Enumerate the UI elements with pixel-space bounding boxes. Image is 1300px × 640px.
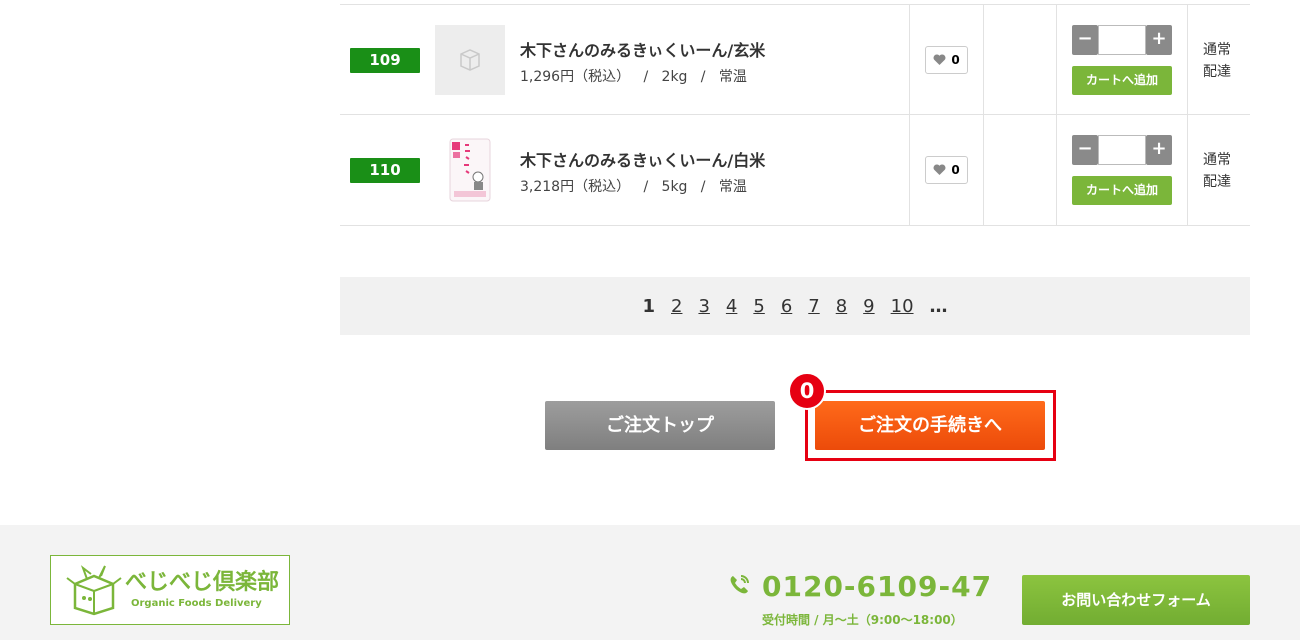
product-thumbnail[interactable] <box>435 135 505 205</box>
logo-text-jp: べじべじ倶楽部 <box>125 570 280 595</box>
favorite-count: 0 <box>951 163 960 177</box>
rice-bag-photo <box>449 138 491 202</box>
add-to-cart-button[interactable]: カートへ追加 <box>1072 66 1172 95</box>
product-number-badge: 109 <box>350 48 420 73</box>
favorite-count: 0 <box>951 53 960 67</box>
order-top-button[interactable]: ご注文トップ <box>545 401 775 450</box>
cart-count-badge: 0 <box>788 372 826 410</box>
product-list: 109 木下さんのみるきぃくいーん/玄米 1,296円（税込） / 2kg / … <box>340 0 1250 226</box>
product-storage: 常温 <box>718 179 747 195</box>
column-divider <box>1056 5 1057 114</box>
column-divider <box>1187 5 1188 114</box>
qty-minus-button[interactable]: − <box>1072 25 1098 55</box>
product-thumbnail[interactable] <box>435 25 505 95</box>
column-divider <box>983 5 984 114</box>
delivery-line: 通常 <box>1203 152 1231 168</box>
product-size: 2kg <box>661 69 688 85</box>
page-ellipsis[interactable]: … <box>930 296 948 317</box>
product-meta: 3,218円（税込） / 5kg / 常温 <box>520 176 747 196</box>
quantity-stepper: − + <box>1072 25 1172 55</box>
brand-logo[interactable]: べじべじ倶楽部 Organic Foods Delivery <box>50 555 290 625</box>
page-link[interactable]: 6 <box>781 296 792 317</box>
column-divider <box>983 115 984 225</box>
page-link-current[interactable]: 1 <box>642 296 655 317</box>
page-link[interactable]: 3 <box>698 296 709 317</box>
meta-separator: / <box>643 179 649 195</box>
logo-text-en: Organic Foods Delivery <box>131 598 262 609</box>
pagination: 1 2 3 4 5 6 7 8 9 10 … <box>340 277 1250 335</box>
heart-icon <box>933 54 946 65</box>
column-divider <box>1187 115 1188 225</box>
meta-separator: / <box>643 69 649 85</box>
favorite-button[interactable]: 0 <box>925 156 968 184</box>
qty-plus-button[interactable]: + <box>1146 25 1172 55</box>
page-link[interactable]: 10 <box>891 296 914 317</box>
delivery-line: 配達 <box>1203 174 1231 190</box>
heart-icon <box>933 164 946 175</box>
page-link[interactable]: 2 <box>671 296 682 317</box>
placeholder-box-icon <box>460 49 480 71</box>
product-size: 5kg <box>661 179 688 195</box>
quantity-input[interactable] <box>1098 135 1146 165</box>
delivery-line: 通常 <box>1203 42 1231 58</box>
contact-form-button[interactable]: お問い合わせフォーム <box>1022 575 1250 625</box>
product-row: 110 木下さんのみるきぃくいーん/白米 3,218円（税込） / 5kg / … <box>340 115 1250 226</box>
page-link[interactable]: 9 <box>863 296 874 317</box>
product-price: 1,296円（税込） <box>520 69 631 85</box>
box-mascot-icon <box>66 565 122 616</box>
phone-hours: 受付時間 / 月〜土（9:00〜18:00） <box>762 613 963 627</box>
product-name[interactable]: 木下さんのみるきぃくいーん/白米 <box>520 147 765 171</box>
product-meta: 1,296円（税込） / 2kg / 常温 <box>520 66 747 86</box>
product-price: 3,218円（税込） <box>520 179 631 195</box>
page-link[interactable]: 5 <box>753 296 764 317</box>
phone-icon <box>730 575 749 594</box>
qty-minus-button[interactable]: − <box>1072 135 1098 165</box>
column-divider <box>909 5 910 114</box>
add-to-cart-button[interactable]: カートへ追加 <box>1072 176 1172 205</box>
footer: べじべじ倶楽部 Organic Foods Delivery 0120-6109… <box>0 525 1300 640</box>
page-link[interactable]: 8 <box>836 296 847 317</box>
meta-separator: / <box>700 179 706 195</box>
column-divider <box>909 115 910 225</box>
product-row: 109 木下さんのみるきぃくいーん/玄米 1,296円（税込） / 2kg / … <box>340 4 1250 115</box>
product-storage: 常温 <box>718 69 747 85</box>
column-divider <box>1056 115 1057 225</box>
page-link[interactable]: 7 <box>808 296 819 317</box>
delivery-line: 配達 <box>1203 64 1231 80</box>
product-number-badge: 110 <box>350 158 420 183</box>
delivery-type: 通常 配達 <box>1203 149 1237 193</box>
phone-number[interactable]: 0120-6109-47 <box>762 570 992 603</box>
checkout-button[interactable]: ご注文の手続きへ <box>815 401 1045 450</box>
quantity-input[interactable] <box>1098 25 1146 55</box>
qty-plus-button[interactable]: + <box>1146 135 1172 165</box>
page-link[interactable]: 4 <box>726 296 737 317</box>
favorite-button[interactable]: 0 <box>925 46 968 74</box>
meta-separator: / <box>700 69 706 85</box>
quantity-stepper: − + <box>1072 135 1172 165</box>
delivery-type: 通常 配達 <box>1203 39 1237 83</box>
product-name[interactable]: 木下さんのみるきぃくいーん/玄米 <box>520 37 765 61</box>
